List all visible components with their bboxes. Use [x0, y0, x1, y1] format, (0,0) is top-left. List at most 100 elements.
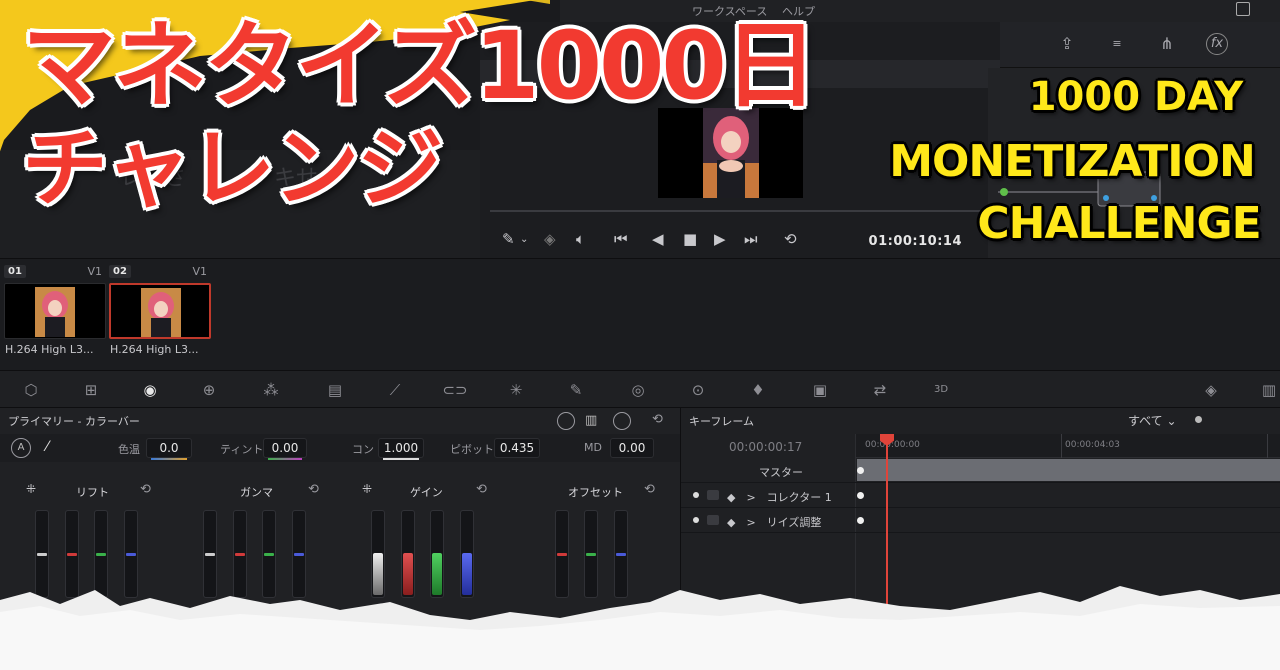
gain-crosshair-icon[interactable]: ⁜ [362, 482, 372, 496]
keyframe-row-corrector[interactable]: ◆ > コレクター 1 [681, 483, 1280, 508]
lift-label: リフト [76, 486, 109, 499]
tint-label: ティント [220, 443, 264, 456]
curves-icon[interactable]: ⟋ [382, 377, 408, 403]
auto-balance-icon[interactable]: A [11, 438, 31, 458]
lock-icon[interactable] [707, 515, 719, 525]
md-label: MD [584, 441, 602, 454]
gamma-reset-icon[interactable]: ⟲ [308, 482, 319, 497]
nodes-icon[interactable]: ⋔ [1154, 32, 1180, 56]
keyframes-toggle-icon[interactable]: ◈ [1198, 377, 1224, 403]
key-icon[interactable]: ⇄ [867, 377, 893, 403]
rgb-mixer-icon[interactable]: ⁂ [258, 377, 284, 403]
motion-effects-icon[interactable]: ▤ [322, 377, 348, 403]
upload-icon[interactable]: ⇪ [1054, 32, 1080, 56]
timeline-icon[interactable]: ≡ [1104, 32, 1130, 56]
keyframe-row-master[interactable]: マスター [681, 458, 1280, 483]
viewer-scrubber[interactable] [490, 210, 990, 212]
clip-track: V1 [192, 265, 207, 278]
play-icon[interactable]: ▶ [714, 230, 726, 248]
keyframes-options-icon[interactable] [1195, 416, 1202, 423]
lock-icon[interactable] [707, 490, 719, 500]
md-field[interactable]: 0.00 [610, 438, 654, 458]
color-match-icon[interactable]: ⊞ [78, 377, 104, 403]
keyframe-marker[interactable] [857, 517, 864, 524]
clip-image [4, 283, 106, 339]
eyedropper-icon[interactable]: ✎ [502, 230, 515, 248]
clip-image [109, 283, 211, 339]
lift-reset-icon[interactable]: ⟲ [140, 482, 151, 497]
white-balance-picker-icon[interactable]: ⁄ [46, 439, 48, 455]
camera-raw-icon[interactable]: ⬡ [18, 377, 44, 403]
clip-codec-label: H.264 High L3... [110, 343, 199, 356]
keyframes-ruler[interactable]: 00:00:00:00 00:00:04:03 [855, 434, 1280, 458]
effects-icon[interactable]: fx [1206, 33, 1228, 55]
headline-english-line3: CHALLENGE [977, 198, 1261, 249]
keyframes-timecode: 00:00:00:17 [729, 440, 803, 454]
headline-japanese-line1: マネタイズ1000日 [21, 12, 820, 121]
lift-crosshair-icon[interactable]: ⁜ [26, 482, 36, 496]
gamma-label: ガンマ [240, 486, 273, 499]
pivot-field[interactable]: 0.435 [494, 438, 540, 458]
bars-mode-icon[interactable]: ▥ [585, 412, 603, 430]
clip-track: V1 [87, 265, 102, 278]
ruler-mid-label: 00:00:04:03 [1065, 440, 1120, 450]
keyframe-marker[interactable] [857, 492, 864, 499]
viewer-image [703, 108, 759, 198]
corrector-label: ◆ > コレクター 1 [727, 491, 832, 504]
hdr-wheels-icon[interactable]: ⊕ [196, 377, 222, 403]
keyframe-marker[interactable] [857, 467, 864, 474]
clip-number: 01 [4, 265, 26, 278]
chevron-down-icon[interactable]: ⌄ [520, 234, 528, 245]
eyedropper-tool-icon[interactable]: ✎ [563, 377, 589, 403]
blur-icon[interactable]: ▣ [807, 377, 833, 403]
offset-reset-icon[interactable]: ⟲ [644, 482, 655, 497]
clip-thumbnail-strip: 01 V1 H.264 High L3... 02 V1 H.264 High … [0, 258, 1280, 370]
tint-field[interactable]: 0.00 [263, 438, 307, 460]
restore-window-icon[interactable] [1236, 2, 1250, 16]
headline-japanese-line2: チャレンジ [20, 119, 444, 219]
contrast-field[interactable]: 1.000 [378, 438, 424, 460]
reset-all-icon[interactable]: ⟲ [652, 412, 663, 427]
volume-icon[interactable]: 🔈︎ [576, 230, 585, 248]
torn-paper-edge [0, 586, 1280, 670]
skip-to-start-icon[interactable]: ⏮︎ [614, 230, 628, 248]
tracker-icon[interactable]: ⊙ [685, 377, 711, 403]
clip-image-art [141, 288, 181, 337]
clip-codec-label: H.264 High L3... [5, 343, 94, 356]
wheels-mode-icon[interactable] [557, 412, 575, 430]
qualifier-icon[interactable]: ✳ [503, 377, 529, 403]
primaries-params-row: A ⁄ 色温 0.0 ティント 0.00 コン 1.000 ピボット 0.435… [0, 434, 680, 462]
sizing-3d-icon[interactable]: 3D [928, 377, 954, 403]
master-label: マスター [759, 466, 803, 479]
stop-icon[interactable]: ■ [683, 230, 697, 248]
log-mode-icon[interactable] [613, 412, 631, 430]
pivot-label: ピボット [450, 443, 494, 456]
gain-reset-icon[interactable]: ⟲ [476, 482, 487, 497]
row-enable-dot[interactable] [693, 517, 699, 523]
clip-number: 02 [109, 265, 131, 278]
keyframe-row-resize[interactable]: ◆ > リイズ調整 [681, 508, 1280, 533]
loop-icon[interactable]: ⟲ [784, 230, 797, 248]
window-icon[interactable]: ◎ [625, 377, 651, 403]
offset-label: オフセット [568, 486, 623, 499]
headline-english-line1: 1000 DAY [1028, 74, 1244, 120]
clip-image-art [35, 287, 75, 337]
magic-mask-icon[interactable]: ♦ [745, 377, 771, 403]
temp-field[interactable]: 0.0 [146, 438, 192, 460]
primaries-title: プライマリー - カラーバー [8, 415, 140, 428]
gain-label: ゲイン [410, 486, 443, 499]
page-toolbar: ⇪ ≡ ⋔ fx [1000, 22, 1280, 68]
color-tools-bar: ⬡ ⊞ ◉ ⊕ ⁂ ▤ ⟋ ⊂⊃ ✳ ✎ ◎ ⊙ ♦ ▣ ⇄ 3D ◈ ▥ [0, 370, 1280, 408]
layers-icon[interactable]: ◈ [544, 230, 556, 248]
scopes-icon[interactable]: ▥ [1256, 377, 1280, 403]
step-back-icon[interactable]: ◀ [652, 230, 664, 248]
color-wheels-icon[interactable]: ◉ [137, 377, 163, 403]
keyframes-filter-dropdown[interactable]: すべて ⌄ [1128, 412, 1177, 429]
color-warper-icon[interactable]: ⊂⊃ [442, 377, 468, 403]
keyframes-title: キーフレーム [689, 415, 755, 428]
skip-to-end-icon[interactable]: ⏭︎ [744, 230, 758, 248]
transport-controls: ✎ ⌄ ◈ 🔈︎ ⏮︎ ◀ ■ ▶ ⏭︎ ⟲ 01:00:10:14 [480, 226, 1000, 256]
resize-label: ◆ > リイズ調整 [727, 516, 822, 529]
headline-english-line2: MONETIZATION [889, 136, 1256, 187]
row-enable-dot[interactable] [693, 492, 699, 498]
